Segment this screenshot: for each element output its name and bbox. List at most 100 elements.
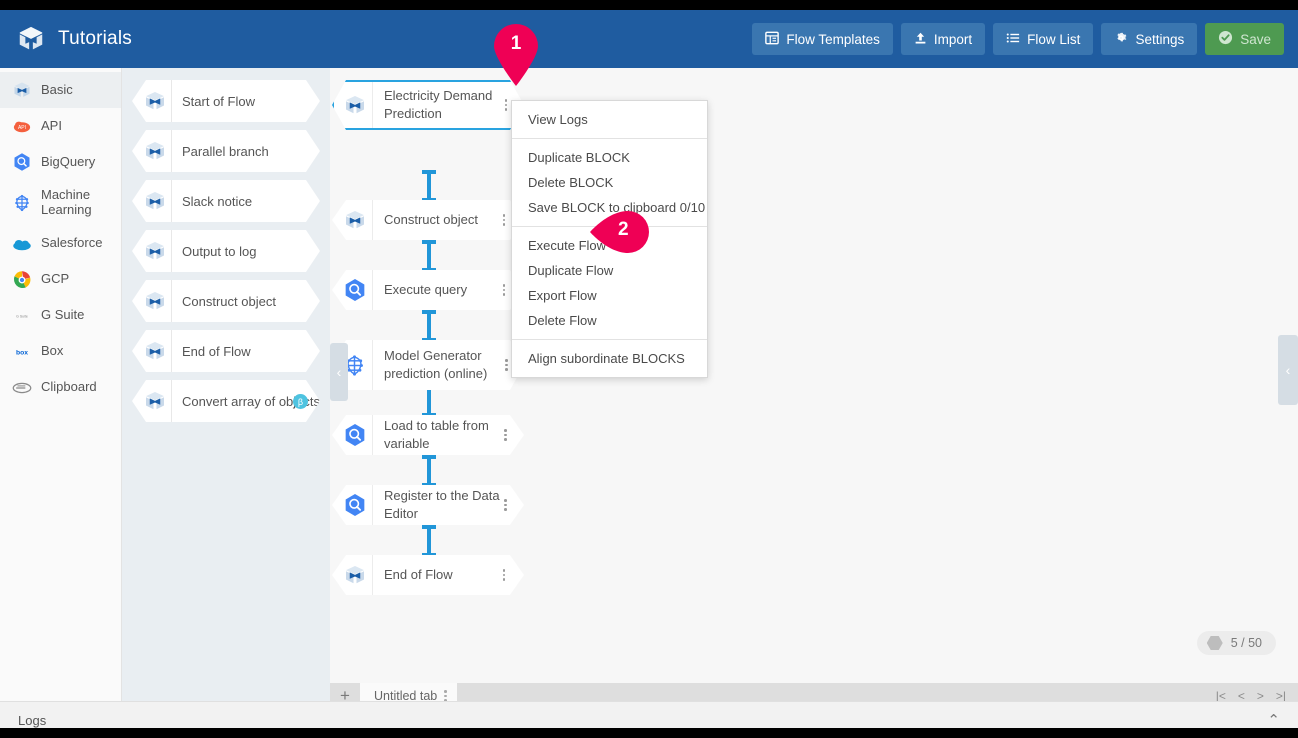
menu-item-view-logs[interactable]: View Logs	[512, 107, 707, 132]
sidebar-item-bigquery[interactable]: BigQuery	[0, 144, 121, 180]
palette-item-label: Parallel branch	[182, 143, 269, 159]
basic-block-icon	[138, 380, 172, 422]
sidebar-item-label: Salesforce	[41, 235, 103, 251]
sidebar-item-label: BigQuery	[41, 153, 96, 169]
sidebar-item-salesforce[interactable]: Salesforce	[0, 226, 121, 262]
sidebar-item-label: API	[41, 117, 62, 133]
flow-node-label: End of Flow	[384, 566, 453, 582]
palette-item-label: Construct object	[182, 293, 276, 309]
menu-item-duplicate-block[interactable]: Duplicate BLOCK	[512, 145, 707, 170]
menu-item-duplicate-flow[interactable]: Duplicate Flow	[512, 258, 707, 283]
palette-item[interactable]: Construct object	[132, 280, 320, 322]
callout-marker-2: 2	[588, 209, 656, 254]
callout-marker-2-number: 2	[618, 219, 629, 240]
node-menu-button[interactable]	[502, 96, 510, 114]
connector	[427, 242, 431, 268]
node-menu-button[interactable]	[501, 496, 510, 514]
settings-button[interactable]: Settings	[1101, 23, 1198, 55]
flow-node-label: Register to the Data Editor	[384, 487, 500, 521]
logs-bar[interactable]: Logs ⌃	[0, 701, 1298, 728]
sidebar-item-clipboard[interactable]: Clipboard	[0, 370, 121, 406]
connector	[427, 457, 431, 483]
menu-item-align-subordinate-blocks[interactable]: Align subordinate BLOCKS	[512, 346, 707, 371]
header-actions: Flow Templates Import Flow List Settings	[752, 23, 1284, 55]
box-icon: box	[12, 342, 32, 362]
bigquery-icon	[12, 152, 32, 172]
app-title: Tutorials	[58, 28, 132, 49]
basic-block-icon	[138, 130, 172, 172]
flow-list-label: Flow List	[1027, 31, 1081, 47]
sidebar-item-box[interactable]: box Box	[0, 334, 121, 370]
app-header: Tutorials Flow Templates Import Flow Lis…	[0, 10, 1298, 68]
basic-block-icon	[12, 80, 32, 100]
collapse-right-handle[interactable]: ‹	[1278, 335, 1298, 405]
sidebar-item-gcp[interactable]: GCP	[0, 262, 121, 298]
basic-block-icon	[337, 200, 373, 240]
list-panel-icon	[765, 31, 780, 48]
connector	[427, 527, 431, 553]
flow-node-construct-object[interactable]: Construct object	[332, 200, 524, 240]
import-button[interactable]: Import	[900, 23, 986, 55]
node-menu-button[interactable]	[503, 356, 510, 374]
menu-item-delete-flow[interactable]: Delete Flow	[512, 308, 707, 333]
palette-item[interactable]: End of Flow	[132, 330, 320, 372]
menu-item-export-flow[interactable]: Export Flow	[512, 283, 707, 308]
flow-templates-label: Flow Templates	[786, 31, 880, 47]
sidebar-item-basic[interactable]: Basic	[0, 72, 121, 108]
block-palette: Start of Flow Parallel branch Slack noti…	[122, 68, 330, 701]
sidebar-item-api[interactable]: API API	[0, 108, 121, 144]
flow-node-load-to-table-from-variable[interactable]: Load to table from variable	[332, 415, 524, 455]
palette-item[interactable]: Start of Flow	[132, 80, 320, 122]
flow-templates-button[interactable]: Flow Templates	[752, 23, 893, 55]
settings-label: Settings	[1135, 31, 1185, 47]
bigquery-icon	[337, 415, 373, 455]
flow-node-label: Execute query	[384, 281, 468, 297]
svg-text:G Suite: G Suite	[16, 314, 28, 318]
import-label: Import	[933, 31, 973, 47]
basic-block-icon	[138, 80, 172, 122]
flow-list-button[interactable]: Flow List	[993, 23, 1094, 55]
chevron-left-icon: ‹	[1285, 362, 1291, 378]
gsuite-icon: G Suite	[12, 306, 32, 326]
node-menu-button[interactable]	[498, 281, 510, 299]
flow-node-model-generator-prediction[interactable]: Model Generator prediction (online)	[332, 340, 524, 390]
sidebar-item-label: G Suite	[41, 307, 85, 323]
palette-item-label: Output to log	[182, 243, 257, 259]
palette-item[interactable]: Output to log	[132, 230, 320, 272]
basic-block-icon	[138, 180, 172, 222]
upload-icon	[914, 31, 927, 48]
menu-item-delete-block[interactable]: Delete BLOCK	[512, 170, 707, 195]
save-label: Save	[1240, 31, 1271, 47]
list-icon	[1006, 31, 1020, 48]
palette-item[interactable]: Convert array of objects β	[132, 380, 320, 422]
palette-item[interactable]: Slack notice	[132, 180, 320, 222]
sidebar-item-machine-learning[interactable]: Machine Learning	[0, 180, 121, 226]
flow-node-end-of-flow[interactable]: End of Flow	[332, 555, 524, 595]
machine-learning-brain-icon	[12, 193, 32, 213]
flow-node-execute-query[interactable]: Execute query	[332, 270, 524, 310]
svg-text:API: API	[18, 125, 26, 131]
flow-node-register-to-the-data-editor[interactable]: Register to the Data Editor	[332, 485, 524, 525]
palette-item[interactable]: Parallel branch	[132, 130, 320, 172]
application-window: Tutorials Flow Templates Import Flow Lis…	[0, 10, 1298, 728]
sidebar-item-g-suite[interactable]: G Suite G Suite	[0, 298, 121, 334]
bigquery-icon	[337, 270, 373, 310]
flow-canvas[interactable]: Electricity Demand Prediction Construct …	[330, 68, 1298, 683]
connector	[427, 387, 431, 413]
palette-item-label: Slack notice	[182, 193, 253, 209]
sidebar-item-label: GCP	[41, 271, 70, 287]
chevron-up-icon[interactable]: ⌃	[1267, 711, 1280, 728]
flow-node-label: Construct object	[384, 211, 478, 227]
node-menu-button[interactable]	[498, 566, 510, 584]
connector	[427, 312, 431, 338]
collapse-left-handle[interactable]: ‹	[330, 343, 348, 401]
node-menu-button[interactable]	[498, 211, 510, 229]
node-menu-button[interactable]	[501, 426, 510, 444]
api-cloud-icon: API	[12, 116, 32, 136]
palette-item-label: Start of Flow	[182, 93, 255, 109]
gear-icon	[1114, 31, 1128, 48]
save-button[interactable]: Save	[1205, 23, 1284, 55]
basic-block-icon	[138, 330, 172, 372]
callout-marker-1-number: 1	[510, 33, 522, 54]
sidebar-item-label: Clipboard	[41, 379, 97, 395]
